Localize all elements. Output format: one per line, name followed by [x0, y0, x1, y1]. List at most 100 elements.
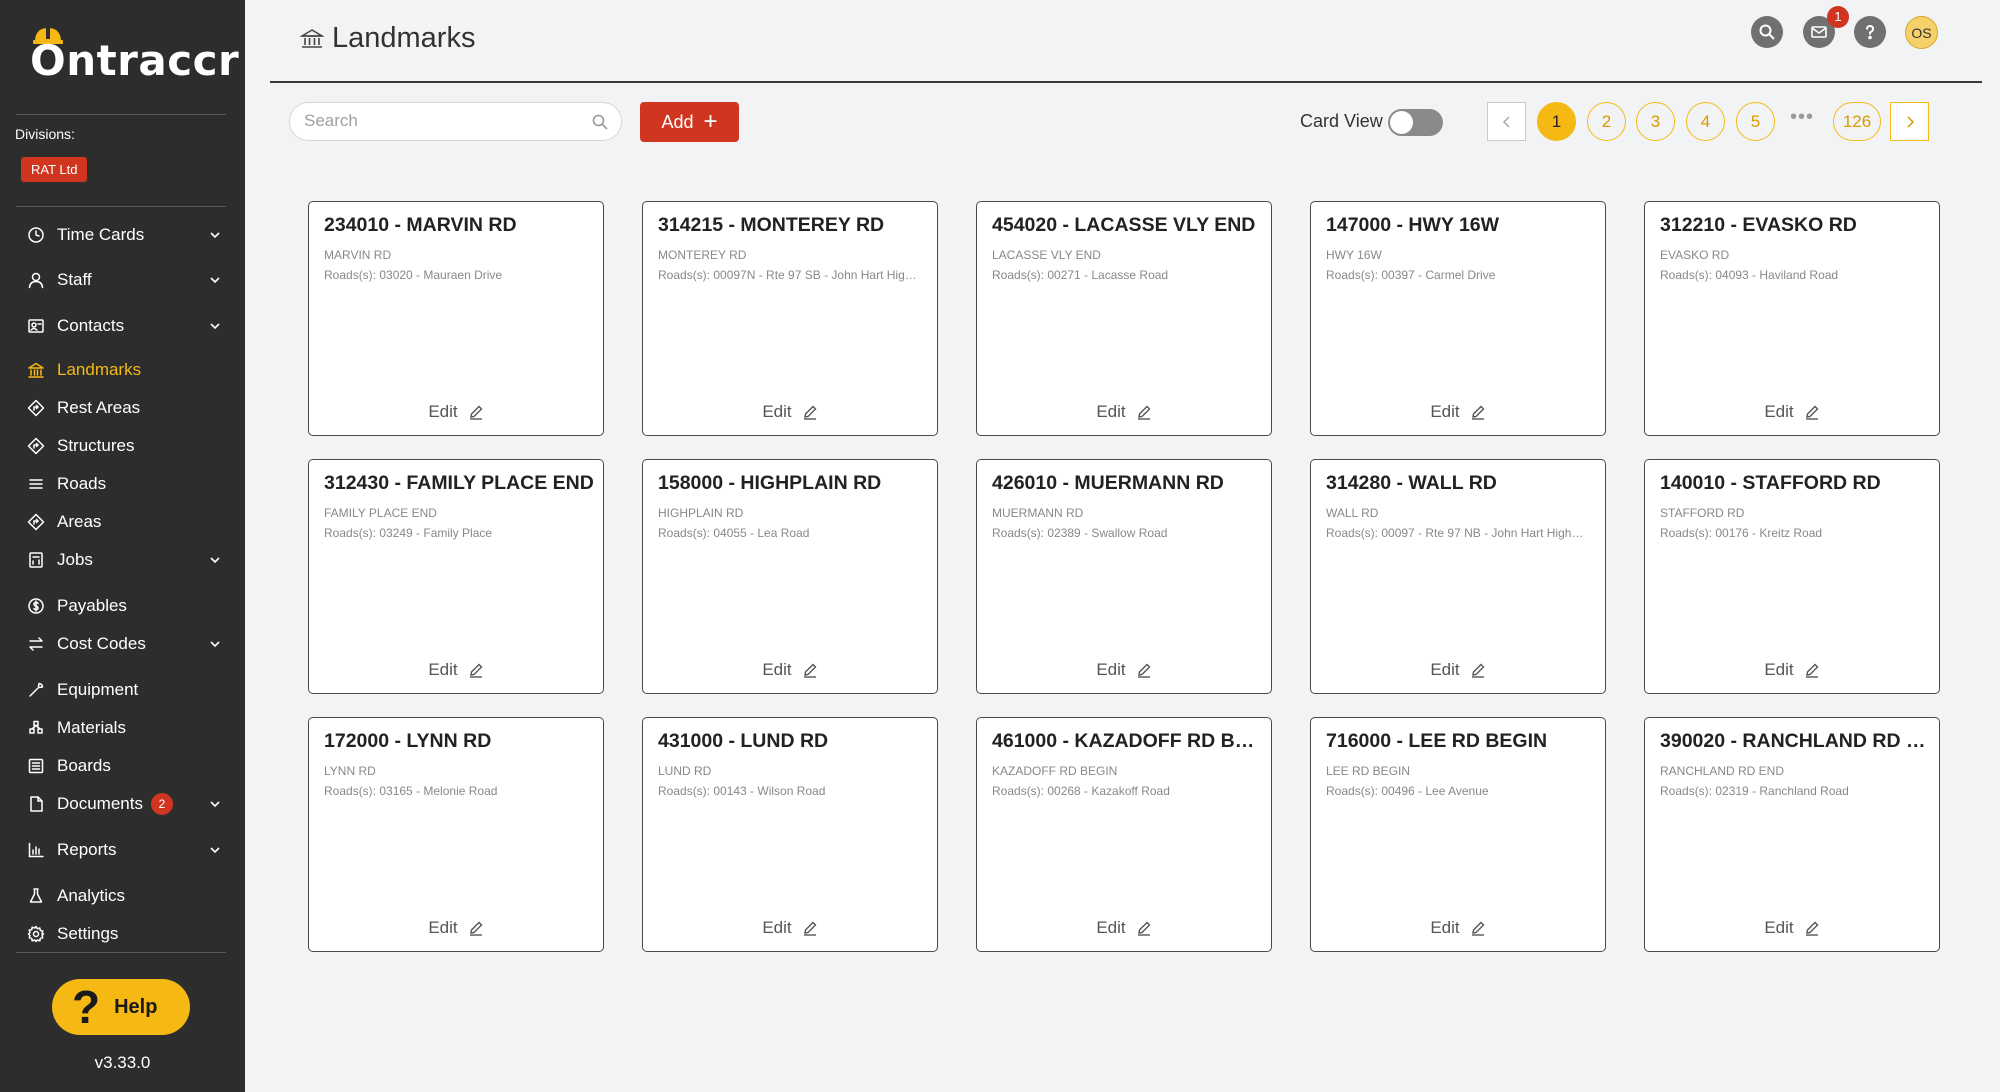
search-input[interactable]: [304, 111, 584, 131]
sidebar-item-staff[interactable]: Staff: [26, 266, 226, 294]
help-button[interactable]: ? Help: [52, 979, 190, 1035]
landmark-card[interactable]: 312430 - FAMILY PLACE END FAMILY PLACE EN…: [308, 459, 604, 694]
landmark-card[interactable]: 390020 - RANCHLAND RD END RANCHLAND RD EN…: [1644, 717, 1940, 952]
card-subtitle: FAMILY PLACE END: [324, 506, 437, 520]
pagination-page-2[interactable]: 2: [1587, 102, 1626, 141]
landmark-card[interactable]: 147000 - HWY 16W HWY 16W Roads(s): 00397 -…: [1310, 201, 1606, 436]
card-title: 716000 - LEE RD BEGIN: [1326, 730, 1548, 752]
card-title: 426010 - MUERMANN RD: [992, 472, 1224, 494]
app-logo[interactable]: Ontraccr: [30, 26, 239, 86]
pagination-prev-button[interactable]: [1487, 102, 1526, 141]
chevron-down-icon[interactable]: [208, 637, 222, 651]
card-view-toggle[interactable]: [1388, 109, 1443, 136]
chevron-down-icon[interactable]: [208, 843, 222, 857]
edit-button[interactable]: Edit: [309, 402, 603, 422]
sidebar-item-settings[interactable]: Settings: [26, 920, 226, 948]
pagination-page-1[interactable]: 1: [1537, 102, 1576, 141]
edit-button[interactable]: Edit: [977, 918, 1271, 938]
avatar[interactable]: OS: [1905, 16, 1938, 49]
landmark-card[interactable]: 234010 - MARVIN RD MARVIN RD Roads(s): 030…: [308, 201, 604, 436]
sidebar-divider: [16, 206, 226, 207]
sidebar-item-time-cards[interactable]: Time Cards: [26, 221, 226, 249]
edit-button[interactable]: Edit: [1645, 402, 1939, 422]
edit-button[interactable]: Edit: [1645, 918, 1939, 938]
sidebar-item-equipment[interactable]: Equipment: [26, 676, 226, 704]
pencil-icon: [1137, 405, 1151, 420]
add-button[interactable]: Add +: [640, 102, 739, 142]
sidebar-item-label: Reports: [57, 840, 117, 859]
chevron-down-icon[interactable]: [208, 319, 222, 333]
diamond-direction-icon: [26, 436, 46, 456]
sidebar-item-analytics[interactable]: Analytics: [26, 882, 226, 910]
landmark-card[interactable]: 716000 - LEE RD BEGIN LEE RD BEGIN Roads(s…: [1310, 717, 1606, 952]
pencil-icon: [469, 663, 483, 678]
card-roads: Roads(s): 02319 - Ranchland Road: [1660, 784, 1849, 798]
landmark-card[interactable]: 140010 - STAFFORD RD STAFFORD RD Roads(s):…: [1644, 459, 1940, 694]
card-subtitle: STAFFORD RD: [1660, 506, 1745, 520]
add-button-label: Add: [661, 111, 694, 132]
edit-button[interactable]: Edit: [1311, 402, 1605, 422]
sidebar-item-materials[interactable]: Materials: [26, 714, 226, 742]
card-title: 454020 - LACASSE VLY END: [992, 214, 1256, 236]
landmark-card[interactable]: 314280 - WALL RD WALL RD Roads(s): 00097 -…: [1310, 459, 1606, 694]
sidebar-item-label: Materials: [57, 718, 126, 737]
card-roads: Roads(s): 00271 - Lacasse Road: [992, 268, 1169, 282]
landmark-card[interactable]: 461000 - KAZADOFF RD BEGIN KAZADOFF RD BE…: [976, 717, 1272, 952]
pencil-icon: [1137, 663, 1151, 678]
edit-button[interactable]: Edit: [643, 402, 937, 422]
landmark-card[interactable]: 314215 - MONTEREY RD MONTEREY RD Roads(s):…: [642, 201, 938, 436]
edit-button[interactable]: Edit: [643, 660, 937, 680]
swap-icon: [26, 634, 46, 654]
pagination-page-4[interactable]: 4: [1686, 102, 1725, 141]
chevron-down-icon[interactable]: [208, 228, 222, 242]
chevron-down-icon[interactable]: [208, 273, 222, 287]
help-icon-button[interactable]: [1854, 16, 1886, 48]
sidebar-item-boards[interactable]: Boards: [26, 752, 226, 780]
search-icon-button[interactable]: [1751, 16, 1783, 48]
sidebar-item-roads[interactable]: Roads: [26, 470, 226, 498]
sidebar-item-rest-areas[interactable]: Rest Areas: [26, 394, 226, 422]
sidebar-item-documents[interactable]: Documents 2: [26, 790, 226, 818]
card-roads: Roads(s): 00143 - Wilson Road: [658, 784, 826, 798]
file-icon: [26, 794, 46, 814]
question-icon: [1866, 24, 1875, 40]
landmark-card[interactable]: 454020 - LACASSE VLY END LACASSE VLY END R…: [976, 201, 1272, 436]
edit-button[interactable]: Edit: [309, 918, 603, 938]
division-badge[interactable]: RAT Ltd: [21, 157, 88, 182]
landmark-card[interactable]: 172000 - LYNN RD LYNN RD Roads(s): 03165 -…: [308, 717, 604, 952]
pagination-page-last[interactable]: 126: [1833, 102, 1881, 141]
landmark-card[interactable]: 158000 - HIGHPLAIN RD HIGHPLAIN RD Roads(s…: [642, 459, 938, 694]
edit-button[interactable]: Edit: [1311, 660, 1605, 680]
sidebar-item-areas[interactable]: Areas: [26, 508, 226, 536]
sidebar-item-landmarks[interactable]: Landmarks: [26, 356, 226, 384]
mail-button[interactable]: 1: [1803, 6, 1849, 48]
diamond-direction-icon: [26, 512, 46, 532]
edit-label: Edit: [1764, 402, 1794, 421]
sidebar-item-payables[interactable]: Payables: [26, 592, 226, 620]
edit-button[interactable]: Edit: [1311, 918, 1605, 938]
edit-button[interactable]: Edit: [977, 402, 1271, 422]
edit-button[interactable]: Edit: [1645, 660, 1939, 680]
sidebar-item-jobs[interactable]: Jobs: [26, 546, 226, 574]
pagination-page-5[interactable]: 5: [1736, 102, 1775, 141]
sidebar: Ontraccr Divisions: RAT Ltd Time Cards St…: [0, 0, 245, 1092]
pagination-page-3[interactable]: 3: [1636, 102, 1675, 141]
landmark-card[interactable]: 312210 - EVASKO RD EVASKO RD Roads(s): 040…: [1644, 201, 1940, 436]
sidebar-item-reports[interactable]: Reports: [26, 836, 226, 864]
chevron-down-icon[interactable]: [208, 797, 222, 811]
sidebar-item-label: Time Cards: [57, 225, 145, 244]
pagination-ellipsis[interactable]: •••: [1790, 106, 1814, 129]
search-icon[interactable]: [591, 113, 609, 131]
chevron-down-icon[interactable]: [208, 553, 222, 567]
landmark-card[interactable]: 431000 - LUND RD LUND RD Roads(s): 00143 -…: [642, 717, 938, 952]
landmark-card[interactable]: 426010 - MUERMANN RD MUERMANN RD Roads(s):…: [976, 459, 1272, 694]
card-subtitle: LEE RD BEGIN: [1326, 764, 1411, 778]
sidebar-item-contacts[interactable]: Contacts: [26, 312, 226, 340]
sidebar-item-structures[interactable]: Structures: [26, 432, 226, 460]
edit-button[interactable]: Edit: [309, 660, 603, 680]
edit-button[interactable]: Edit: [643, 918, 937, 938]
edit-button[interactable]: Edit: [977, 660, 1271, 680]
pagination-next-button[interactable]: [1890, 102, 1929, 141]
edit-label: Edit: [428, 402, 458, 421]
sidebar-item-cost-codes[interactable]: Cost Codes: [26, 630, 226, 658]
